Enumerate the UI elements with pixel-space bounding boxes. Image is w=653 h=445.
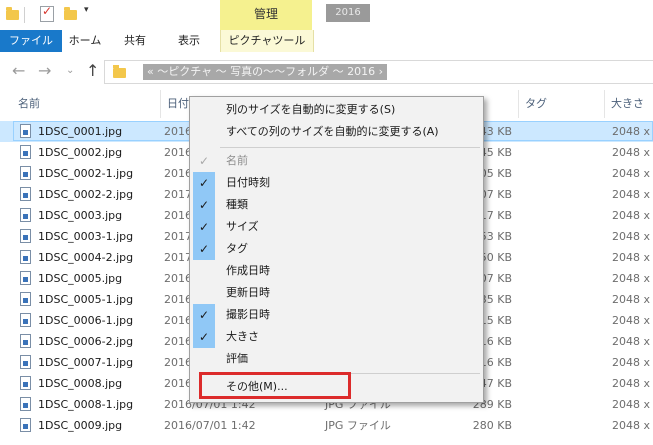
menu-item-autosize-column[interactable]: 列のサイズを自動的に変更する(S)	[190, 99, 483, 121]
file-dimensions: 2048 x 1	[612, 377, 653, 390]
folder-icon	[113, 65, 126, 78]
jpg-file-icon	[20, 187, 31, 201]
jpg-file-icon	[20, 271, 31, 285]
jpg-file-icon	[20, 229, 31, 243]
column-size[interactable]: 大きさ	[604, 90, 653, 118]
jpg-file-icon	[20, 250, 31, 264]
folder-icon[interactable]	[6, 7, 19, 20]
menu-item-column-date-taken[interactable]: ✓ 撮影日時	[190, 304, 483, 326]
file-dimensions: 2048 x 1	[612, 293, 653, 306]
file-dimensions: 2048 x 1	[612, 209, 653, 222]
menu-item-autosize-all-columns[interactable]: すべての列のサイズを自動的に変更する(A)	[190, 121, 483, 143]
column-tag[interactable]: タグ	[518, 90, 604, 118]
new-folder-icon[interactable]	[64, 7, 77, 20]
file-name: 1DSC_0002-1.jpg	[38, 167, 134, 180]
jpg-file-icon	[20, 166, 31, 180]
jpg-file-icon	[20, 334, 31, 348]
jpg-file-icon	[20, 313, 31, 327]
file-name: 1DSC_0002-2.jpg	[38, 188, 134, 201]
tab-manage[interactable]: 管理	[220, 0, 312, 30]
jpg-file-icon	[20, 376, 31, 390]
tab-share[interactable]: 共有	[112, 30, 158, 52]
check-icon: ✓	[193, 304, 215, 326]
file-name: 1DSC_0003-1.jpg	[38, 230, 134, 243]
file-dimensions: 2048 x 1	[612, 398, 653, 411]
jpg-file-icon	[20, 145, 31, 159]
file-name: 1DSC_0006-1.jpg	[38, 314, 134, 327]
ribbon-tabs: ファイル ホーム 共有 表示 ピクチャツール	[0, 30, 653, 53]
menu-item-column-rating[interactable]: 評価	[190, 348, 483, 370]
file-name: 1DSC_0005-1.jpg	[38, 293, 134, 306]
file-name: 1DSC_0008.jpg	[38, 377, 123, 390]
file-dimensions: 2048 x 1	[612, 314, 653, 327]
menu-item-column-name: ✓ 名前	[190, 150, 483, 172]
file-dimensions: 2048 x 1	[612, 167, 653, 180]
file-name: 1DSC_0001.jpg	[38, 125, 123, 138]
menu-item-column-dimensions[interactable]: ✓ 大きさ	[190, 326, 483, 348]
jpg-file-icon	[20, 418, 31, 432]
up-arrow-icon[interactable]: ↑	[86, 62, 99, 80]
column-context-menu: 列のサイズを自動的に変更する(S) すべての列のサイズを自動的に変更する(A) …	[189, 96, 484, 403]
file-dimensions: 2048 x 1	[612, 188, 653, 201]
menu-item-column-type[interactable]: ✓ 種類	[190, 194, 483, 216]
check-icon: ✓	[193, 172, 215, 194]
file-name: 1DSC_0005.jpg	[38, 272, 123, 285]
file-name: 1DSC_0009.jpg	[38, 419, 123, 432]
check-icon: ✓	[198, 154, 210, 168]
customize-quick-access-icon[interactable]: ▾	[84, 5, 89, 15]
annotation-highlight-box	[199, 372, 351, 399]
tab-picture-tools[interactable]: ピクチャツール	[220, 30, 314, 52]
jpg-file-icon	[20, 208, 31, 222]
file-dimensions: 2048 x 1	[612, 335, 653, 348]
file-size: 280 KB	[472, 419, 512, 432]
file-dimensions: 2048 x 1	[612, 251, 653, 264]
toolbar-divider	[24, 7, 25, 23]
file-dimensions: 2048 x 1	[612, 356, 653, 369]
menu-item-column-created[interactable]: 作成日時	[190, 260, 483, 282]
file-name: 1DSC_0006-2.jpg	[38, 335, 134, 348]
file-dimensions: 2048 x 1	[612, 146, 653, 159]
file-dimensions: 2048 x 1	[612, 419, 653, 432]
file-dimensions: 2048 x 1	[612, 125, 653, 138]
tab-file[interactable]: ファイル	[0, 30, 62, 52]
file-name: 1DSC_0004-2.jpg	[38, 251, 134, 264]
title-bar: ▾ 管理 2016	[0, 0, 653, 30]
menu-item-column-size[interactable]: ✓ サイズ	[190, 216, 483, 238]
address-path: « 〜ピクチャ 〜 写真の〜〜フォルダ 〜 2016 ›	[143, 64, 387, 80]
jpg-file-icon	[20, 397, 31, 411]
jpg-file-icon	[20, 292, 31, 306]
check-icon: ✓	[193, 238, 215, 260]
file-date: 2016/07/01 1:42	[164, 419, 256, 432]
properties-icon[interactable]	[40, 4, 54, 22]
forward-arrow-icon[interactable]: →	[38, 62, 51, 80]
recent-locations-chevron-icon[interactable]: ⌄	[66, 62, 74, 80]
file-type: JPG ファイル	[325, 419, 391, 432]
menu-item-column-tag[interactable]: ✓ タグ	[190, 238, 483, 260]
check-icon: ✓	[193, 326, 215, 348]
file-dimensions: 2048 x 1	[612, 272, 653, 285]
jpg-file-icon	[20, 355, 31, 369]
tab-view[interactable]: 表示	[166, 30, 212, 52]
file-name: 1DSC_0007-1.jpg	[38, 356, 134, 369]
menu-item-column-modified[interactable]: 更新日時	[190, 282, 483, 304]
back-arrow-icon[interactable]: ←	[12, 62, 25, 80]
menu-item-column-date[interactable]: ✓ 日付時刻	[190, 172, 483, 194]
tab-home[interactable]: ホーム	[62, 30, 108, 52]
check-icon: ✓	[193, 216, 215, 238]
column-name[interactable]: 名前	[12, 90, 160, 118]
file-dimensions: 2048 x 1	[612, 230, 653, 243]
check-icon: ✓	[193, 194, 215, 216]
jpg-file-icon	[20, 124, 31, 138]
file-name: 1DSC_0002.jpg	[38, 146, 123, 159]
navigation-bar: ← → ⌄ ↑ « 〜ピクチャ 〜 写真の〜〜フォルダ 〜 2016 ›	[0, 52, 653, 90]
file-name: 1DSC_0003.jpg	[38, 209, 123, 222]
file-name: 1DSC_0008-1.jpg	[38, 398, 134, 411]
table-row[interactable]: 1DSC_0009.jpg 2016/07/01 1:42 JPG ファイル 280 …	[0, 415, 653, 436]
address-bar[interactable]: « 〜ピクチャ 〜 写真の〜〜フォルダ 〜 2016 ›	[104, 60, 653, 84]
menu-divider	[220, 147, 480, 148]
window-title: 2016	[326, 4, 370, 22]
